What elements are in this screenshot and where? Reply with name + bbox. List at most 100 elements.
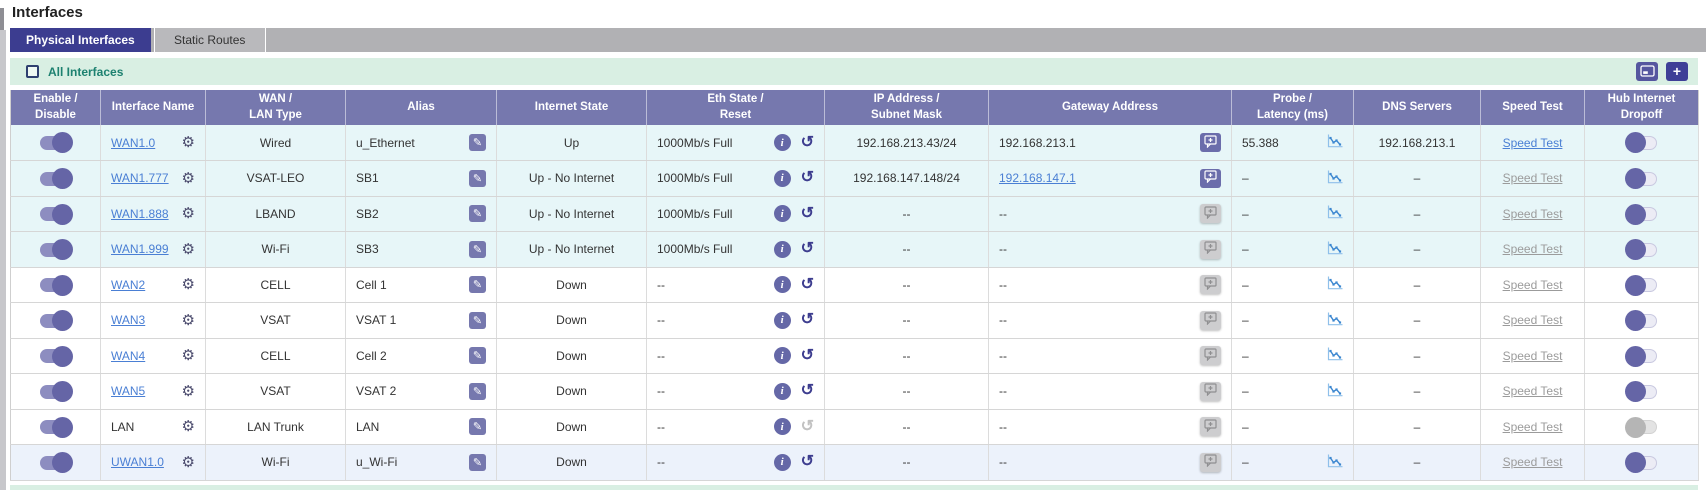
interface-name-link[interactable]: UWAN1.0 — [111, 455, 164, 469]
gear-icon[interactable]: ⚙ — [182, 419, 195, 434]
hub-dropoff-toggle[interactable] — [1626, 420, 1657, 434]
reset-icon[interactable]: ↺ — [801, 312, 814, 328]
edit-alias-button[interactable]: ✎ — [469, 134, 486, 151]
gear-icon[interactable]: ⚙ — [182, 206, 195, 221]
edit-alias-button[interactable]: ✎ — [469, 454, 486, 471]
info-icon[interactable]: i — [774, 347, 791, 364]
tab-physical-interfaces[interactable]: Physical Interfaces — [10, 28, 151, 52]
edit-alias-button[interactable]: ✎ — [469, 170, 486, 187]
reset-icon[interactable]: ↺ — [801, 135, 814, 151]
info-icon[interactable]: i — [774, 383, 791, 400]
latency-chart-icon[interactable] — [1327, 205, 1343, 222]
edit-alias-button[interactable]: ✎ — [469, 205, 486, 222]
reset-icon[interactable]: ↺ — [801, 419, 814, 435]
info-icon[interactable]: i — [774, 241, 791, 258]
hub-dropoff-toggle[interactable] — [1626, 136, 1657, 150]
info-icon[interactable]: i — [774, 170, 791, 187]
speed-test-link[interactable]: Speed Test — [1503, 384, 1563, 398]
enable-toggle[interactable] — [40, 136, 71, 150]
gear-icon[interactable]: ⚙ — [182, 348, 195, 363]
latency-chart-icon[interactable] — [1327, 134, 1343, 151]
enable-toggle[interactable] — [40, 456, 71, 470]
enable-toggle[interactable] — [40, 278, 71, 292]
gateway-console-button[interactable] — [1200, 346, 1221, 365]
reset-icon[interactable]: ↺ — [801, 277, 814, 293]
gateway-console-button[interactable] — [1200, 169, 1221, 188]
hub-dropoff-toggle[interactable] — [1626, 456, 1657, 470]
gear-icon[interactable]: ⚙ — [182, 135, 195, 150]
hub-dropoff-toggle[interactable] — [1626, 385, 1657, 399]
interface-name-link[interactable]: WAN3 — [111, 313, 145, 327]
enable-toggle[interactable] — [40, 385, 71, 399]
enable-toggle[interactable] — [40, 349, 71, 363]
gateway-console-button[interactable] — [1200, 240, 1221, 259]
interface-name-link[interactable]: WAN2 — [111, 278, 145, 292]
hub-dropoff-toggle[interactable] — [1626, 349, 1657, 363]
interface-name-link[interactable]: WAN1.888 — [111, 207, 169, 221]
gear-icon[interactable]: ⚙ — [182, 242, 195, 257]
gear-icon[interactable]: ⚙ — [182, 277, 195, 292]
interface-name-link[interactable]: WAN4 — [111, 349, 145, 363]
gateway-console-button[interactable] — [1200, 311, 1221, 330]
card-view-button[interactable] — [1636, 62, 1658, 81]
edit-alias-button[interactable]: ✎ — [469, 312, 486, 329]
interface-name-link[interactable]: WAN1.777 — [111, 171, 169, 185]
gateway-console-button[interactable] — [1200, 417, 1221, 436]
enable-toggle[interactable] — [40, 172, 71, 186]
gateway-console-button[interactable] — [1200, 275, 1221, 294]
info-icon[interactable]: i — [774, 276, 791, 293]
hub-dropoff-toggle[interactable] — [1626, 172, 1657, 186]
edit-alias-button[interactable]: ✎ — [469, 276, 486, 293]
speed-test-link[interactable]: Speed Test — [1503, 136, 1563, 150]
interface-name-link[interactable]: WAN1.0 — [111, 136, 155, 150]
info-icon[interactable]: i — [774, 205, 791, 222]
speed-test-link[interactable]: Speed Test — [1503, 313, 1563, 327]
info-icon[interactable]: i — [774, 312, 791, 329]
add-interface-button[interactable]: + — [1666, 62, 1688, 81]
interface-name-link[interactable]: WAN1.999 — [111, 242, 169, 256]
speed-test-link[interactable]: Speed Test — [1503, 278, 1563, 292]
latency-chart-icon[interactable] — [1327, 312, 1343, 329]
info-icon[interactable]: i — [774, 418, 791, 435]
gear-icon[interactable]: ⚙ — [182, 313, 195, 328]
gateway-console-button[interactable] — [1200, 453, 1221, 472]
gateway-console-button[interactable] — [1200, 204, 1221, 223]
interface-name-link[interactable]: LAN — [111, 420, 134, 434]
reset-icon[interactable]: ↺ — [801, 383, 814, 399]
interface-name-link[interactable]: WAN5 — [111, 384, 145, 398]
latency-chart-icon[interactable] — [1327, 241, 1343, 258]
latency-chart-icon[interactable] — [1327, 170, 1343, 187]
tab-static-routes[interactable]: Static Routes — [154, 28, 266, 52]
speed-test-link[interactable]: Speed Test — [1503, 171, 1563, 185]
gateway-console-button[interactable] — [1200, 382, 1221, 401]
reset-icon[interactable]: ↺ — [801, 170, 814, 186]
hub-dropoff-toggle[interactable] — [1626, 243, 1657, 257]
speed-test-link[interactable]: Speed Test — [1503, 207, 1563, 221]
reset-icon[interactable]: ↺ — [801, 241, 814, 257]
hub-dropoff-toggle[interactable] — [1626, 314, 1657, 328]
latency-chart-icon[interactable] — [1327, 347, 1343, 364]
edit-alias-button[interactable]: ✎ — [469, 241, 486, 258]
speed-test-link[interactable]: Speed Test — [1503, 455, 1563, 469]
latency-chart-icon[interactable] — [1327, 276, 1343, 293]
speed-test-link[interactable]: Speed Test — [1503, 420, 1563, 434]
edit-alias-button[interactable]: ✎ — [469, 383, 486, 400]
info-icon[interactable]: i — [774, 134, 791, 151]
info-icon[interactable]: i — [774, 454, 791, 471]
gear-icon[interactable]: ⚙ — [182, 171, 195, 186]
speed-test-link[interactable]: Speed Test — [1503, 349, 1563, 363]
hub-dropoff-toggle[interactable] — [1626, 278, 1657, 292]
reset-icon[interactable]: ↺ — [801, 454, 814, 470]
hub-dropoff-toggle[interactable] — [1626, 207, 1657, 221]
latency-chart-icon[interactable] — [1327, 383, 1343, 400]
speed-test-link[interactable]: Speed Test — [1503, 242, 1563, 256]
gear-icon[interactable]: ⚙ — [182, 384, 195, 399]
gear-icon[interactable]: ⚙ — [182, 455, 195, 470]
gateway-console-button[interactable] — [1200, 133, 1221, 152]
enable-toggle[interactable] — [40, 314, 71, 328]
enable-toggle[interactable] — [40, 420, 71, 434]
edit-alias-button[interactable]: ✎ — [469, 418, 486, 435]
enable-toggle[interactable] — [40, 207, 71, 221]
reset-icon[interactable]: ↺ — [801, 206, 814, 222]
latency-chart-icon[interactable] — [1327, 454, 1343, 471]
